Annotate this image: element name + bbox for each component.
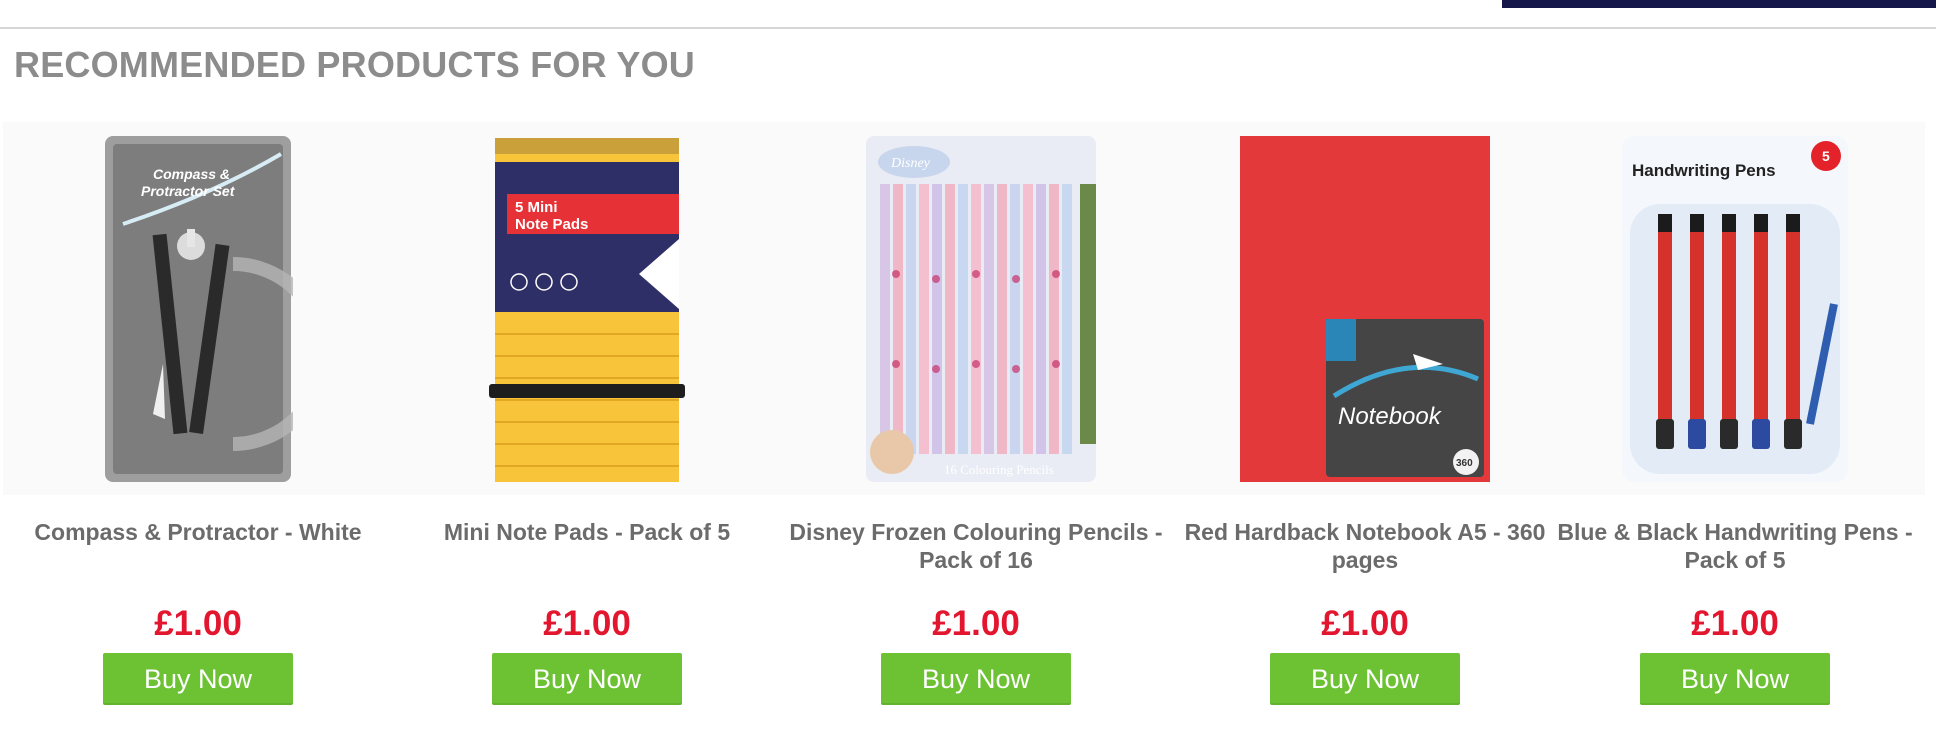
product-name[interactable]: Blue & Black Handwriting Pens - Pack of … (1545, 518, 1925, 574)
notebook-package-image: Notebook 360 (1240, 135, 1490, 482)
buy-now-button[interactable]: Buy Now (1640, 653, 1830, 705)
product-name[interactable]: Red Hardback Notebook A5 - 360 pages (1170, 518, 1560, 574)
notepad-package-image: 5 Mini Note Pads (489, 137, 685, 482)
section-title: RECOMMENDED PRODUCTS FOR YOU (14, 44, 695, 85)
package-label: Notebook (1338, 403, 1443, 430)
product-image[interactable]: Notebook 360 (1170, 122, 1560, 495)
product-price: £1.00 (1321, 604, 1409, 643)
header-accent-bar (1502, 0, 1936, 8)
compass-package-image: Compass & Protractor Set (105, 135, 293, 482)
package-label: 5 Mini (515, 199, 558, 216)
package-label: Handwriting Pens (1632, 161, 1776, 180)
buy-now-button[interactable]: Buy Now (881, 653, 1071, 705)
package-label: Note Pads (515, 216, 588, 233)
product-name[interactable]: Compass & Protractor - White (3, 518, 393, 546)
product-image[interactable]: Disney 16 Colouring Pencils (781, 122, 1171, 495)
buy-now-button[interactable]: Buy Now (1270, 653, 1460, 705)
package-label: Protractor Set (141, 183, 236, 199)
product-image[interactable]: Handwriting Pens 5 (1545, 122, 1925, 495)
package-label: 16 Colouring Pencils (944, 462, 1054, 477)
buy-now-button[interactable]: Buy Now (492, 653, 682, 705)
product-name[interactable]: Disney Frozen Colouring Pencils - Pack o… (781, 518, 1171, 574)
product-image[interactable]: Compass & Protractor Set (3, 122, 393, 495)
product-card: Disney 16 Colouring Pencils Disney Froze… (781, 122, 1171, 712)
package-label: 5 (1822, 148, 1830, 164)
buy-now-button[interactable]: Buy Now (103, 653, 293, 705)
product-price: £1.00 (1691, 604, 1779, 643)
product-price: £1.00 (154, 604, 242, 643)
product-image[interactable]: 5 Mini Note Pads (392, 122, 782, 495)
product-name[interactable]: Mini Note Pads - Pack of 5 (392, 518, 782, 546)
section-divider (0, 27, 1936, 29)
package-label: Disney (890, 156, 931, 171)
package-label: 360 (1456, 458, 1473, 469)
product-card: Handwriting Pens 5 Blue & Black Handwrit… (1545, 122, 1925, 712)
product-price: £1.00 (932, 604, 1020, 643)
product-price: £1.00 (543, 604, 631, 643)
pencils-package-image: Disney 16 Colouring Pencils (866, 135, 1096, 482)
product-card: Compass & Protractor Set Compass & Protr… (3, 122, 393, 712)
product-card: Notebook 360 Red Hardback Notebook A5 - … (1170, 122, 1560, 712)
pens-package-image: Handwriting Pens 5 (1622, 135, 1848, 482)
product-card: 5 Mini Note Pads Mini Note Pads - Pack o… (392, 122, 782, 712)
package-label: Compass & (153, 166, 230, 182)
